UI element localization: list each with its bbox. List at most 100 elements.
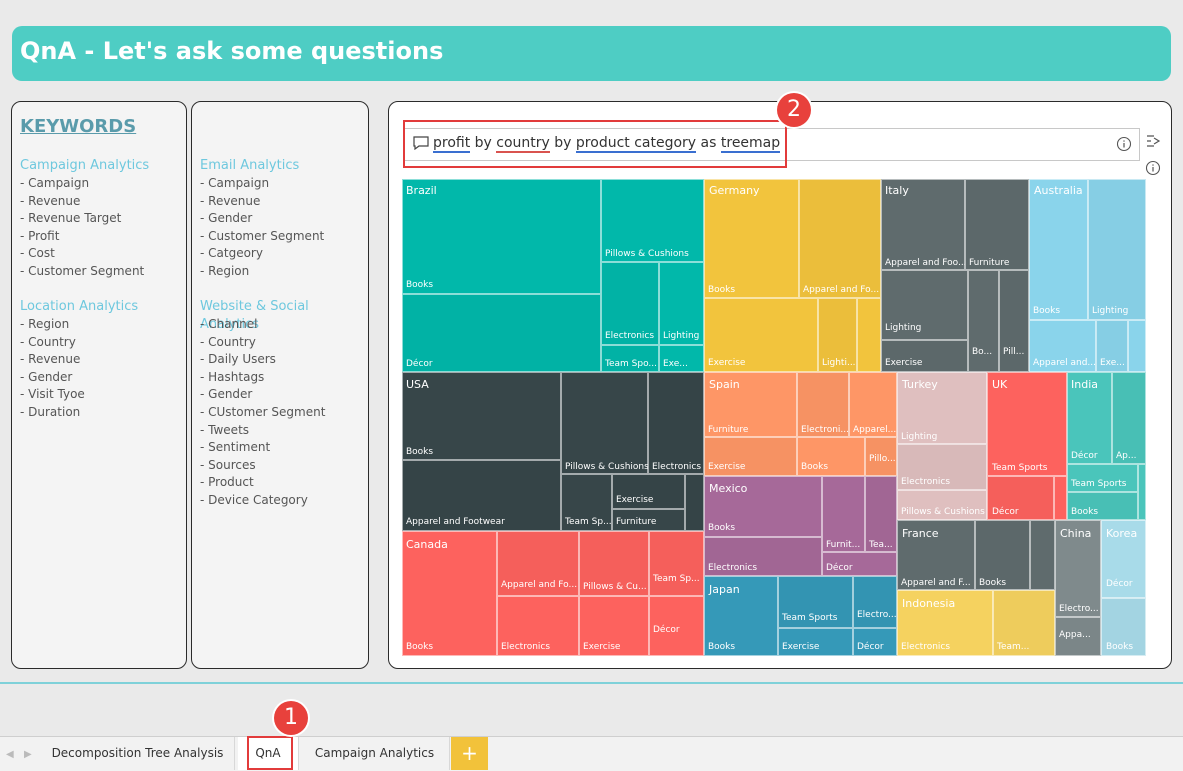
info-icon[interactable]	[1145, 160, 1161, 176]
keyword-item: - CUstomer Segment	[200, 404, 326, 419]
qna-highlight-box	[403, 120, 787, 168]
treemap-country-label: Turkey	[902, 378, 938, 391]
treemap-cell[interactable]	[1088, 179, 1146, 320]
treemap-cell-label: Books	[406, 447, 434, 457]
keyword-item: - Campaign	[20, 176, 90, 190]
treemap-cell[interactable]	[685, 474, 704, 531]
tab-scroll-right-icon[interactable]: ▶	[24, 749, 32, 760]
keyword-item: - Gender	[200, 387, 253, 402]
treemap-cell-label: Exercise	[583, 642, 621, 652]
treemap-country-label: Mexico	[709, 482, 748, 495]
keyword-item: - Campaign	[200, 176, 270, 190]
treemap-cell-label: Books	[406, 642, 434, 652]
treemap-cell-label: Electronics	[901, 642, 951, 652]
treemap-cell[interactable]	[1138, 464, 1146, 520]
convert-to-visual-icon[interactable]	[1145, 133, 1161, 149]
treemap-cell-label: Exe...	[1100, 358, 1125, 368]
treemap-cell[interactable]	[649, 531, 704, 596]
keyword-item: - Country	[200, 334, 256, 349]
treemap-cell-label: Furniture	[969, 258, 1010, 268]
treemap-cell-label: Electronics	[708, 563, 758, 573]
treemap-cell-label: Lighting	[901, 432, 938, 442]
tab-campaign-analytics[interactable]: Campaign Analytics	[300, 737, 450, 770]
treemap-cell[interactable]	[1030, 520, 1055, 590]
treemap-cell-label: Furnit...	[826, 540, 861, 550]
keyword-item: - Tweets	[200, 422, 250, 437]
treemap-country-label: Spain	[709, 378, 740, 391]
treemap-cell-label: Exercise	[708, 462, 746, 472]
treemap-cell-label: Pill...	[1003, 347, 1025, 357]
info-icon[interactable]	[1116, 136, 1132, 152]
keyword-item: - Revenue Target	[20, 211, 122, 226]
treemap-chart[interactable]: Books Décor Pillows & Cushions Electronics L…	[402, 179, 1146, 656]
keywords-panel-middle: Email Analytics - Campaign - Revenue - Gend…	[191, 101, 369, 669]
tab-decomposition-tree-analysis[interactable]: Decomposition Tree Analysis	[41, 737, 235, 770]
treemap-cell-label: Books	[1071, 507, 1099, 517]
treemap-cell-label: Exercise	[616, 495, 654, 505]
treemap-cell-label: Furniture	[708, 425, 749, 435]
keyword-item: - Duration	[20, 404, 81, 419]
treemap-cell-label: Electro...	[857, 610, 897, 620]
treemap-cell-label: Team Sports	[992, 463, 1048, 473]
keyword-item: - Channel	[200, 317, 258, 331]
keywords-heading: KEYWORDS	[20, 116, 137, 137]
keyword-item: - Revenue	[200, 193, 261, 208]
treemap-cell[interactable]	[561, 372, 648, 474]
treemap-cell-label: Tea...	[869, 540, 893, 550]
treemap-cell-label: Electronics	[901, 477, 951, 487]
treemap-country-label: Indonesia	[902, 597, 956, 610]
treemap-cell-label: Lighting	[1092, 306, 1129, 316]
treemap-cell[interactable]	[1128, 320, 1146, 372]
treemap-cell-label: Appa...	[1059, 630, 1091, 640]
keyword-group: Location Analytics - Region - Country - Rev…	[20, 298, 188, 422]
treemap-country-label: Korea	[1106, 527, 1138, 540]
treemap-cell[interactable]	[853, 576, 897, 628]
treemap-cell-label: Exercise	[708, 358, 746, 368]
treemap-cell-label: Pillows & Cu...	[583, 582, 647, 592]
keyword-group-title: Email Analytics	[200, 158, 300, 173]
treemap-cell-label: Apparel and Footwear	[406, 517, 505, 527]
treemap-cell[interactable]	[857, 298, 881, 372]
treemap-cell-label: Team Sp...	[653, 574, 700, 584]
keyword-item: - Visit Tyoe	[20, 387, 85, 402]
treemap-cell-label: Apparel...	[853, 425, 897, 435]
treemap-cell-label: Apparel and Foo...	[885, 258, 967, 268]
keyword-group-title: Campaign Analytics	[20, 158, 150, 173]
treemap-cell-label: Electronics	[605, 331, 655, 341]
treemap-cell-label: Team Sports	[1071, 479, 1127, 489]
treemap-cell-label: Team Spo...	[605, 359, 658, 369]
tab-scroll-left-icon[interactable]: ◀	[6, 749, 14, 760]
treemap-country-label: UK	[992, 378, 1008, 391]
treemap-country-label: Canada	[406, 538, 448, 551]
keyword-item: - Gender	[200, 211, 253, 226]
treemap-cell-label: Apparel and F...	[901, 578, 971, 588]
keyword-group-title: Website & Social Analytics	[200, 299, 309, 332]
treemap-cell[interactable]	[799, 179, 881, 298]
treemap-cell-label: Pillows & Cushions	[605, 249, 689, 259]
treemap-cell-label: Décor	[857, 642, 884, 652]
title-banner: QnA - Let's ask some questions	[12, 26, 1171, 81]
treemap-cell-label: Lighting	[663, 331, 700, 341]
treemap-cell-label: Exercise	[885, 358, 923, 368]
treemap-cell[interactable]	[1054, 476, 1067, 520]
keyword-group-title: Location Analytics	[20, 299, 139, 314]
treemap-country-label: Italy	[885, 184, 909, 197]
treemap-cell[interactable]	[965, 179, 1029, 270]
add-page-button[interactable]: +	[451, 737, 488, 770]
keyword-item: - Product	[200, 475, 254, 490]
treemap-cell-label: Books	[406, 280, 434, 290]
step-badge-1: 1	[274, 701, 308, 735]
treemap-cell-label: Pillows & Cushions	[565, 462, 649, 472]
treemap-cell-label: Décor	[826, 563, 853, 573]
treemap-cell-label: Ap...	[1116, 451, 1137, 461]
treemap-cell-label: Pillows & Cushions	[901, 507, 985, 517]
treemap-country-label: Australia	[1034, 184, 1083, 197]
treemap-cell-label: Books	[708, 523, 736, 533]
keyword-item: - Profit	[20, 228, 60, 243]
keyword-item: - Country	[20, 334, 76, 349]
treemap-cell[interactable]	[1029, 179, 1088, 320]
keyword-item: - Sources	[200, 457, 256, 472]
keyword-item: - Cost	[20, 246, 55, 261]
keywords-panel-left: KEYWORDS Campaign Analytics - Campaign - R…	[11, 101, 187, 669]
treemap-cell[interactable]	[648, 372, 704, 474]
